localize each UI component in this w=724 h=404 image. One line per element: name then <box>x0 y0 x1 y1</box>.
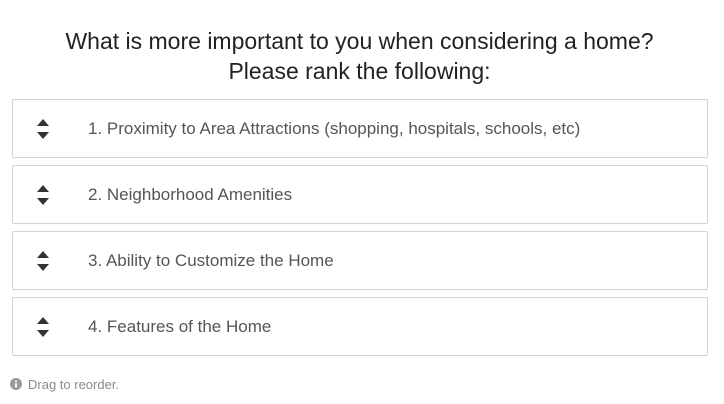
question-title: What is more important to you when consi… <box>0 26 719 86</box>
drag-handle-icon[interactable] <box>37 251 49 271</box>
drag-hint-text: Drag to reorder. <box>28 376 120 392</box>
rank-item-label: 2. Neighborhood Amenities <box>88 185 293 204</box>
rank-list: 1. Proximity to Area Attractions (shoppi… <box>12 99 708 363</box>
rank-item-2[interactable]: 2. Neighborhood Amenities <box>12 165 708 224</box>
rank-item-label: 3. Ability to Customize the Home <box>88 251 334 270</box>
question-line-1: What is more important to you when consi… <box>65 28 654 54</box>
drag-handle-icon[interactable] <box>37 185 49 205</box>
rank-item-label: 1. Proximity to Area Attractions (shoppi… <box>88 119 581 138</box>
question-line-2: Please rank the following: <box>228 58 491 84</box>
rank-item-4[interactable]: 4. Features of the Home <box>12 297 708 356</box>
ranking-question: What is more important to you when consi… <box>0 0 724 404</box>
rank-item-1[interactable]: 1. Proximity to Area Attractions (shoppi… <box>12 99 708 158</box>
info-icon <box>10 378 22 390</box>
rank-item-3[interactable]: 3. Ability to Customize the Home <box>12 231 708 290</box>
drag-handle-icon[interactable] <box>37 119 49 139</box>
drag-hint: Drag to reorder. <box>10 376 119 392</box>
drag-handle-icon[interactable] <box>37 317 49 337</box>
rank-item-label: 4. Features of the Home <box>88 317 272 336</box>
